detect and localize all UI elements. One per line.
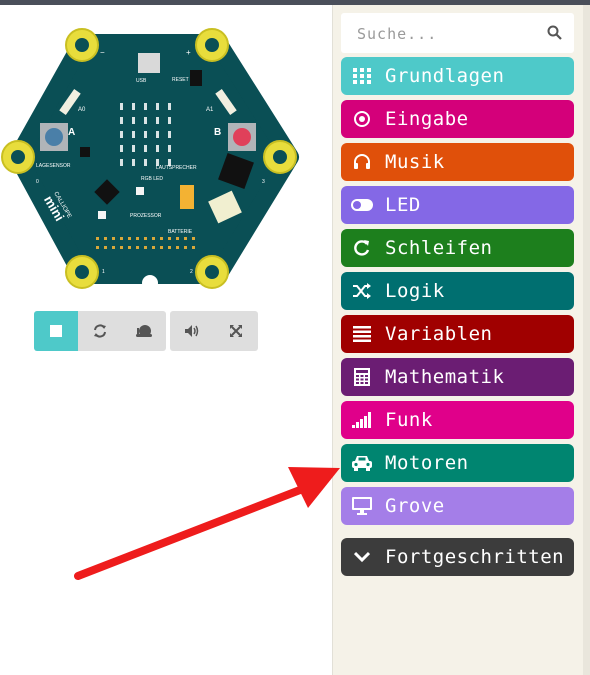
svg-text:2: 2 (190, 269, 193, 275)
position-sensor (80, 147, 90, 157)
stop-icon (50, 325, 62, 337)
category-mathematik[interactable]: Mathematik (341, 358, 574, 396)
simulator-panel: USB RESET − + A0 A1 A B LAGESENSOR LAUTS… (0, 5, 332, 675)
search-input[interactable] (355, 21, 539, 47)
loop-icon (351, 237, 373, 259)
grid-icon (351, 65, 373, 87)
fullscreen-icon (230, 325, 242, 337)
svg-text:A1: A1 (206, 107, 214, 113)
stop-button[interactable] (34, 311, 78, 351)
calculator-icon (351, 366, 373, 388)
category-grove[interactable]: Grove (341, 487, 574, 525)
category-grundlagen[interactable]: Grundlagen (341, 57, 574, 95)
svg-text:RGB LED: RGB LED (141, 176, 163, 182)
restart-button[interactable] (78, 311, 122, 351)
svg-text:LAUTSPRECHER: LAUTSPRECHER (156, 165, 197, 171)
category-schleifen[interactable]: Schleifen (341, 229, 574, 267)
category-label: Grundlagen (385, 65, 505, 87)
category-motoren[interactable]: Motoren (341, 444, 574, 482)
search-box (341, 13, 574, 53)
category-label: Fortgeschritten (385, 546, 565, 568)
reset-label: RESET (172, 77, 189, 83)
button-b-label: B (214, 127, 221, 138)
category-funk[interactable]: Funk (341, 401, 574, 439)
headphones-icon (351, 151, 373, 173)
target-icon (351, 108, 373, 130)
usb-port (138, 53, 160, 73)
button-b[interactable] (228, 123, 256, 151)
svg-text:LAGESENSOR: LAGESENSOR (36, 163, 71, 169)
simulator-controls (34, 311, 166, 351)
calliope-board[interactable]: USB RESET − + A0 A1 A B LAGESENSOR LAUTS… (0, 25, 300, 295)
shuffle-icon (351, 280, 373, 302)
rgb-led (136, 187, 144, 195)
category-label: Variablen (385, 323, 493, 345)
bottom-notch (142, 275, 158, 291)
svg-text:0: 0 (36, 179, 39, 185)
board-body (9, 34, 299, 284)
svg-text:A0: A0 (78, 107, 86, 113)
chevron-down-icon (351, 546, 373, 568)
volume-icon (185, 325, 199, 337)
svg-text:1: 1 (102, 269, 105, 275)
chip-white (98, 211, 106, 219)
category-label: LED (385, 194, 421, 216)
category-led[interactable]: LED (341, 186, 574, 224)
svg-text:3: 3 (262, 179, 265, 185)
list-icon (351, 323, 373, 345)
svg-text:−: − (100, 48, 105, 57)
category-label: Funk (385, 409, 433, 431)
reset-button (190, 70, 202, 86)
category-label: Eingabe (385, 108, 469, 130)
svg-text:PROZESSOR: PROZESSOR (130, 213, 162, 219)
restart-icon (94, 324, 106, 338)
car-icon (351, 452, 373, 474)
simulator-controls-secondary (170, 311, 258, 351)
battery-connector (180, 185, 194, 209)
category-logik[interactable]: Logik (341, 272, 574, 310)
search-icon[interactable] (547, 25, 562, 40)
category-label: Schleifen (385, 237, 493, 259)
category-label: Mathematik (385, 366, 505, 388)
toggle-icon (351, 194, 373, 216)
svg-text:BATTERIE: BATTERIE (168, 229, 193, 235)
category-eingabe[interactable]: Eingabe (341, 100, 574, 138)
usb-label: USB (136, 78, 147, 84)
category-label: Logik (385, 280, 445, 302)
category-label: Musik (385, 151, 445, 173)
button-a-label: A (68, 127, 75, 138)
monitor-icon (351, 495, 373, 517)
snail-icon (136, 325, 152, 337)
category-variablen[interactable]: Variablen (341, 315, 574, 353)
svg-text:+: + (186, 48, 191, 57)
mute-button[interactable] (170, 311, 214, 351)
toolbox-scrollbar[interactable] (583, 5, 590, 675)
category-musik[interactable]: Musik (341, 143, 574, 181)
category-label: Motoren (385, 452, 469, 474)
toolbox: Grundlagen Eingabe Musik LED Schleifen L… (332, 5, 584, 675)
category-label: Grove (385, 495, 445, 517)
signal-icon (351, 409, 373, 431)
fullscreen-button[interactable] (214, 311, 258, 351)
category-fortgeschritten[interactable]: Fortgeschritten (341, 538, 574, 576)
slowmo-button[interactable] (122, 311, 166, 351)
button-a[interactable] (40, 123, 68, 151)
